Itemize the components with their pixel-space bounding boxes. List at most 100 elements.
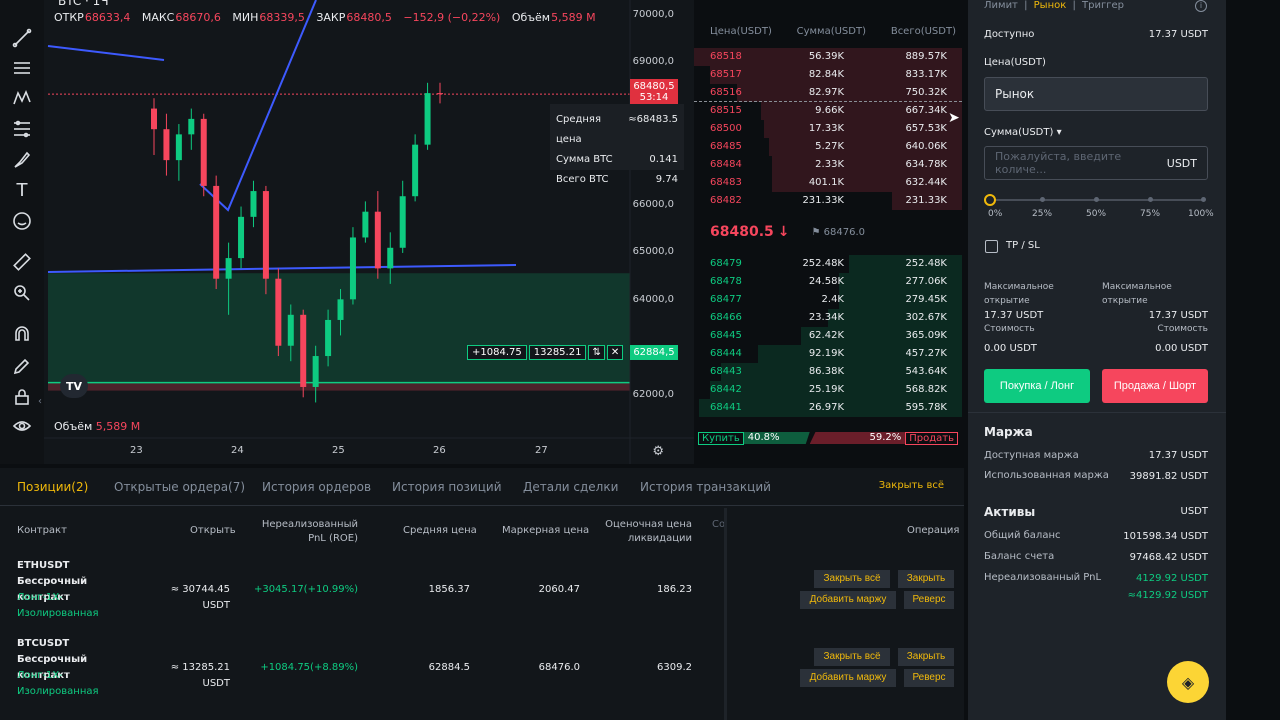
bid-row[interactable]: 68444 92.19K 457.27K (694, 345, 962, 363)
ob-amount: 26.97K (808, 402, 844, 413)
ask-row[interactable]: 68484 2.33K 634.78K (694, 156, 962, 174)
reverse-position-button[interactable]: Реверс (904, 591, 954, 609)
ob-amount: 86.38K (808, 366, 844, 377)
ob-price: 68442 (710, 384, 742, 395)
reverse-icon[interactable]: ⇅ (588, 345, 605, 360)
close-all-position-button[interactable]: Закрыть всё (814, 648, 890, 666)
horizontal-lines-icon[interactable] (10, 56, 34, 80)
bid-row[interactable]: 68478 24.58K 277.06K (694, 273, 962, 291)
tab-open-orders[interactable]: Открытые ордера(7) (114, 480, 245, 494)
price-chart[interactable]: BTC · 1Ч ОТКР68633,4 МАКС68670,6 МИН6833… (44, 0, 694, 464)
bid-row[interactable]: 68441 26.97K 595.78K (694, 399, 962, 417)
order-type-tabs: Лимит | Рынок | Триггер (984, 0, 1124, 11)
ask-row[interactable]: 68517 82.84K 833.17K (694, 66, 962, 84)
slider-mark (1040, 197, 1045, 202)
ask-row[interactable]: 68485 5.27K 640.06K (694, 138, 962, 156)
pencil-lock-icon[interactable] (10, 354, 34, 378)
zoom-icon[interactable] (10, 281, 34, 305)
separator: | (1024, 0, 1028, 11)
tab-trigger[interactable]: Триггер (1082, 0, 1124, 11)
ob-price: 68444 (710, 348, 742, 359)
slider-label: 100% (1188, 209, 1214, 219)
ob-amount: 25.19K (808, 384, 844, 395)
bid-row[interactable]: 68445 62.42K 365.09K (694, 327, 962, 345)
candlestick-plot[interactable] (44, 0, 694, 464)
sell-ratio-label: Продать (905, 431, 958, 445)
low-value: 68339,5 (259, 11, 305, 24)
magnet-icon[interactable] (10, 322, 34, 346)
ruler-icon[interactable] (10, 250, 34, 274)
brush-icon[interactable] (10, 148, 34, 172)
position-line-label[interactable]: +1084.75 13285.21 ⇅ ✕ (467, 345, 625, 360)
candle-body (175, 134, 182, 161)
lock-icon[interactable] (10, 385, 34, 409)
info-icon[interactable]: i (1195, 0, 1207, 12)
ob-total: 667.34K (905, 105, 947, 116)
last-price-tag: 68480,5 53:14 (630, 79, 678, 105)
tab-positions[interactable]: Позиции(2) (17, 480, 88, 494)
tab-market[interactable]: Рынок (1034, 0, 1067, 11)
total-balance-label: Общий баланс (984, 530, 1061, 541)
high-value: 68670,6 (175, 11, 221, 24)
fib-icon[interactable] (10, 117, 34, 141)
close-position-button[interactable]: Закрыть (898, 570, 954, 588)
ask-row[interactable]: 68518 56.39K 889.57K (694, 48, 962, 66)
ob-total: 277.06K (905, 276, 947, 287)
tpsl-checkbox[interactable] (985, 240, 998, 253)
ask-row[interactable]: 68500 17.33K 657.53K (694, 120, 962, 138)
emoji-icon[interactable] (10, 209, 34, 233)
symbol-label: BTC · 1Ч (58, 0, 109, 8)
bid-row[interactable]: 68443 86.38K 543.64K (694, 363, 962, 381)
reverse-position-button[interactable]: Реверс (904, 669, 954, 687)
candle-body (262, 191, 269, 279)
ask-row[interactable]: 68482 231.33K 231.33K (694, 192, 962, 210)
candle-body (275, 278, 282, 346)
text-icon[interactable]: T (10, 178, 34, 202)
slider-label: 0% (988, 209, 1003, 219)
candle-body (349, 237, 356, 300)
candle-body (399, 196, 406, 248)
pattern-icon[interactable] (10, 86, 34, 110)
price-field[interactable]: Рынок (984, 77, 1208, 111)
bid-row[interactable]: 68479 252.48K 252.48K (694, 255, 962, 273)
x-tick: 23 (130, 445, 143, 456)
buy-long-button[interactable]: Покупка / Лонг (984, 369, 1090, 403)
tab-order-history[interactable]: История ордеров (262, 480, 371, 494)
amount-slider-handle[interactable] (984, 194, 996, 206)
ask-row[interactable]: 68516 82.97K 750.32K (694, 84, 962, 102)
bid-row[interactable]: 68442 25.19K 568.82K (694, 381, 962, 399)
upnl-label: Нереализованный PnL (984, 572, 1102, 583)
bid-row[interactable]: 68466 23.34K 302.67K (694, 309, 962, 327)
sell-short-button[interactable]: Продажа / Шорт (1102, 369, 1208, 403)
x-tick: 25 (332, 445, 345, 456)
candle-body (437, 93, 443, 95)
tab-position-history[interactable]: История позиций (392, 480, 502, 494)
ob-amount: 62.42K (808, 330, 844, 341)
ask-row[interactable]: 68515 9.66K 667.34K (694, 102, 962, 120)
used-margin-value: 39891.82 USDT (1129, 471, 1208, 482)
bid-row[interactable]: 68477 2.4K 279.45K (694, 291, 962, 309)
slider-label: 75% (1140, 209, 1161, 219)
tab-trade-details[interactable]: Детали сделки (523, 480, 618, 494)
volume-legend-label: Объём (54, 420, 93, 433)
add-margin-button[interactable]: Добавить маржу (800, 591, 896, 609)
gear-icon[interactable]: ⚙ (652, 444, 664, 459)
close-icon[interactable]: ✕ (606, 345, 624, 360)
swap-icon[interactable]: ◈ (1167, 661, 1209, 703)
candle-body (374, 211, 381, 269)
amount-label[interactable]: Сумма(USDT) ▾ (984, 127, 1062, 138)
ob-price: 68441 (710, 402, 742, 413)
tab-transaction-history[interactable]: История транзакций (640, 480, 771, 494)
volume-value: 5,589 M (551, 11, 596, 24)
ask-row[interactable]: 68483 401.1K 632.44K (694, 174, 962, 192)
add-margin-button[interactable]: Добавить маржу (800, 669, 896, 687)
amount-input[interactable]: Пожалуйста, введите количе... USDT (984, 146, 1208, 180)
close-all-position-button[interactable]: Закрыть всё (814, 570, 890, 588)
tab-limit[interactable]: Лимит (984, 0, 1018, 11)
ob-price: 68517 (710, 69, 742, 80)
close-all-button[interactable]: Закрыть всё (879, 480, 944, 491)
close-position-button[interactable]: Закрыть (898, 648, 954, 666)
trend-line-icon[interactable] (10, 26, 34, 50)
collapse-arrow-icon[interactable]: ‹ (38, 396, 42, 407)
eye-icon[interactable] (10, 414, 34, 438)
